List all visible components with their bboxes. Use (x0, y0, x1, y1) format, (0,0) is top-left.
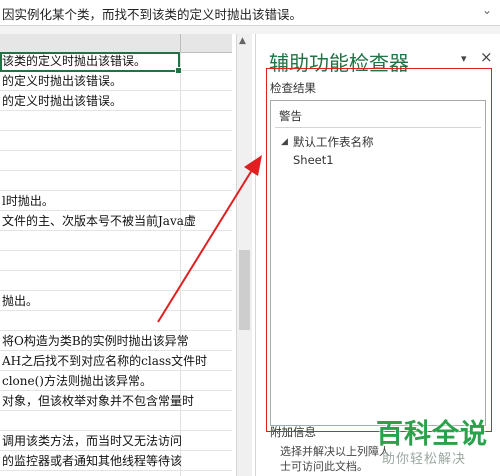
spreadsheet-grid[interactable]: 该类的定义时抛出该错误。 的定义时抛出该错误。 的定义时抛出该错误。 l时抛出。文件的… (0, 34, 232, 476)
cell-text (0, 254, 2, 268)
close-icon[interactable]: × (480, 48, 493, 66)
cell-text (0, 174, 2, 188)
table-row[interactable]: 对象，但该枚举对象并不包含常量时 (0, 392, 232, 411)
table-row[interactable]: 的定义时抛出该错误。 (0, 72, 232, 91)
triangle-collapse-icon[interactable]: ◢ (281, 137, 288, 147)
table-row[interactable]: l时抛出。 (0, 192, 232, 211)
cell-text: 调用该类方法，而当时又无法访问 (2, 434, 183, 448)
divider (275, 127, 481, 128)
table-row[interactable] (0, 172, 232, 191)
cell-text: clone()方法则抛出该异常。 (2, 374, 152, 388)
tree-item-default-sheet-name[interactable]: 默认工作表名称 (293, 134, 374, 150)
cell-text (0, 414, 2, 428)
category-warnings: 警告 (279, 109, 302, 123)
cell-text (0, 134, 2, 148)
table-row[interactable]: AH之后找不到对应名称的class文件时 (0, 352, 232, 371)
scrollbar-thumb[interactable] (239, 250, 250, 330)
cell-text: 抛出。 (2, 294, 39, 308)
table-row[interactable]: 的定义时抛出该错误。 (0, 92, 232, 111)
table-row[interactable]: clone()方法则抛出该异常。 (0, 372, 232, 391)
column-header[interactable] (0, 34, 232, 53)
formula-bar-text[interactable]: 因实例化某个类，而找不到该类的定义时抛出该错误。 (2, 4, 442, 23)
table-row[interactable] (0, 412, 232, 431)
results-list[interactable]: 警告 ◢ 默认工作表名称 Sheet1 (270, 100, 486, 426)
table-row[interactable] (0, 312, 232, 331)
cell-text (0, 234, 2, 248)
cell-text: 文件的主、次版本号不被当前Java虚 (2, 214, 196, 228)
table-row[interactable]: 抛出。 (0, 292, 232, 311)
scroll-up-icon[interactable]: ▲ (239, 36, 246, 46)
cell-text: 的监控器或者通知其他线程等待该 (2, 454, 183, 468)
cell-text: 该类的定义时抛出该错误。 (2, 54, 147, 68)
ribbon-gap (0, 26, 500, 34)
formula-bar[interactable]: 因实例化某个类，而找不到该类的定义时抛出该错误。 ⌄ (0, 0, 500, 26)
cell-text: AH之后找不到对应名称的class文件时 (2, 354, 208, 368)
table-row[interactable] (0, 132, 232, 151)
extra-info-label: 附加信息 (270, 425, 316, 439)
extra-info-text: 选择并解决以上列障人士可访问此文档。 (280, 445, 390, 473)
table-row[interactable] (0, 152, 232, 171)
chevron-down-icon[interactable]: ⌄ (482, 3, 492, 17)
cell-text: 将O构造为类B的实例时抛出该异常 (2, 334, 189, 348)
column-divider (180, 34, 181, 52)
cell-text: 的定义时抛出该错误。 (2, 74, 123, 88)
cell-text (0, 154, 2, 168)
chevron-down-icon[interactable]: ▾ (461, 52, 467, 65)
table-row[interactable] (0, 112, 232, 131)
pane-title: 辅助功能检查器 (269, 51, 409, 75)
table-row[interactable] (0, 232, 232, 251)
table-row[interactable] (0, 272, 232, 291)
cell-text: 对象，但该枚举对象并不包含常量时 (2, 394, 195, 408)
table-row[interactable]: 该类的定义时抛出该错误。 (0, 52, 232, 71)
accessibility-checker-pane: 辅助功能检查器 ▾ × 检查结果 警告 ◢ 默认工作表名称 Sheet1 附加信… (255, 34, 500, 476)
cell-text: 的定义时抛出该错误。 (2, 94, 123, 108)
tree-item-sheet1[interactable]: Sheet1 (293, 153, 334, 167)
table-row[interactable]: 文件的主、次版本号不被当前Java虚 (0, 212, 232, 231)
table-row[interactable] (0, 252, 232, 271)
vertical-scrollbar[interactable]: ▲ (236, 34, 252, 476)
table-row[interactable]: 的监控器或者通知其他线程等待该 (0, 452, 232, 471)
cell-text (0, 114, 2, 128)
cell-text (0, 274, 2, 288)
results-label: 检查结果 (270, 81, 316, 95)
table-row[interactable]: 调用该类方法，而当时又无法访问 (0, 432, 232, 451)
cell-text (0, 314, 2, 328)
cell-text: l时抛出。 (2, 194, 54, 208)
table-row[interactable]: 将O构造为类B的实例时抛出该异常 (0, 332, 232, 351)
